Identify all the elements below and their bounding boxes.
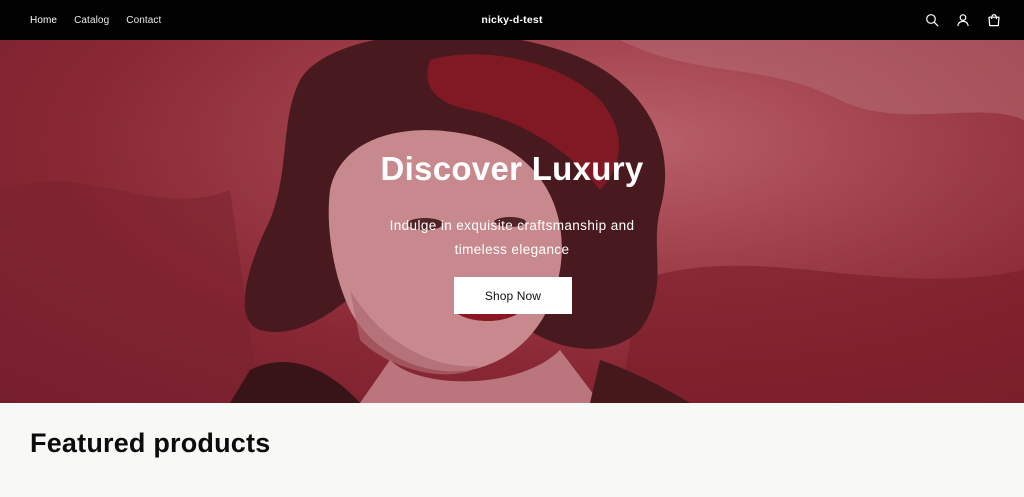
search-icon[interactable]	[924, 12, 940, 28]
header-bar: Home Catalog Contact nicky-d-test	[0, 0, 1024, 40]
header-icons	[924, 0, 1002, 40]
account-icon[interactable]	[955, 12, 971, 28]
nav-link-catalog[interactable]: Catalog	[74, 15, 109, 26]
main-nav: Home Catalog Contact	[30, 0, 161, 40]
nav-link-home[interactable]: Home	[30, 15, 57, 26]
featured-products-heading: Featured products	[30, 428, 271, 458]
hero-title: Discover Luxury	[380, 150, 644, 187]
hero-content: Discover Luxury Indulge in exquisite cra…	[0, 40, 1024, 403]
hero-subtitle: Indulge in exquisite craftsmanship and t…	[389, 218, 635, 257]
nav-link-contact[interactable]: Contact	[126, 15, 161, 26]
shop-now-button[interactable]: Shop Now	[454, 277, 572, 314]
hero-banner: Discover Luxury Indulge in exquisite cra…	[0, 40, 1024, 403]
cart-icon[interactable]	[986, 12, 1002, 28]
featured-products-section: Featured products	[0, 403, 1024, 497]
